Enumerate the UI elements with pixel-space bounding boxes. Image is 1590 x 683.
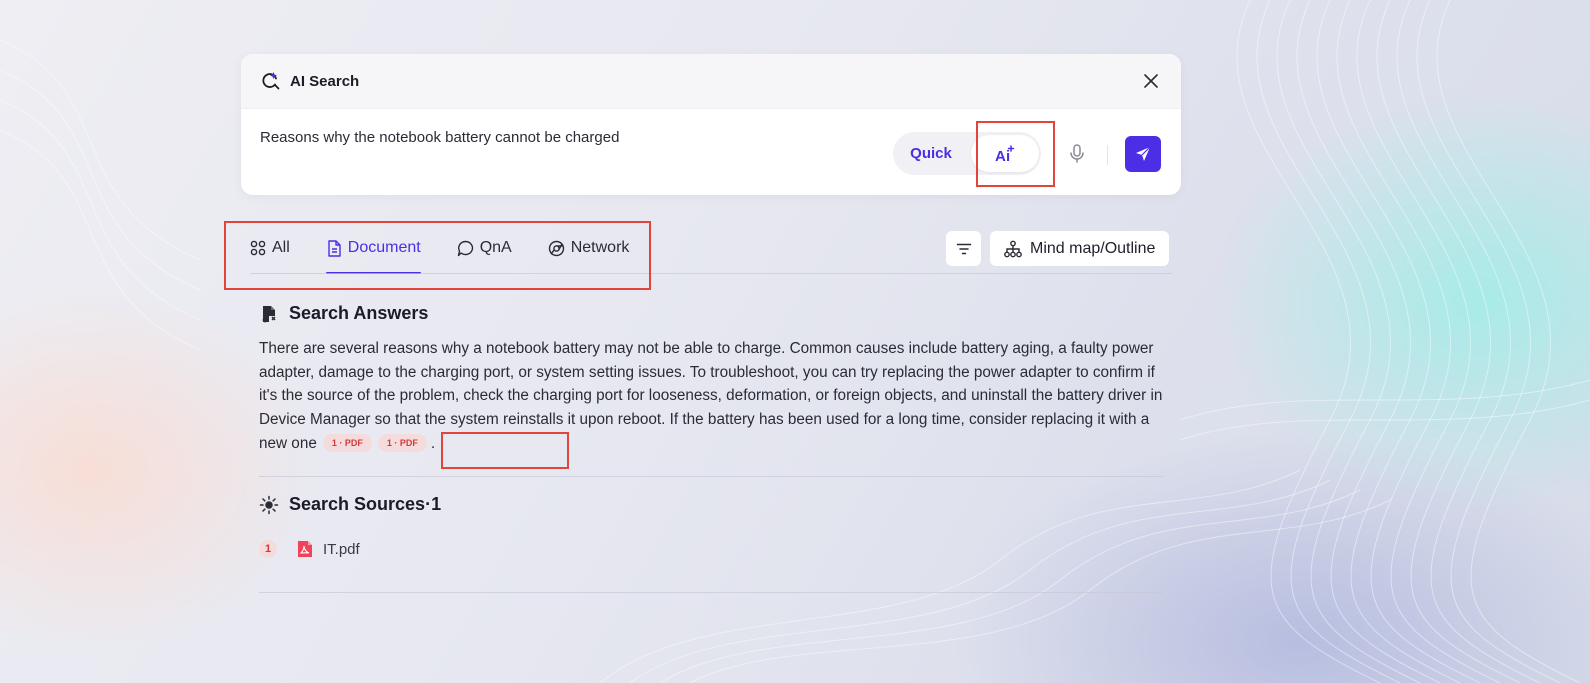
mindmap-outline-button[interactable]: Mind map/Outline — [990, 231, 1170, 266]
source-item[interactable]: 1 IT.pdf — [259, 540, 360, 558]
tab-label: Network — [570, 239, 630, 256]
toolbar-divider — [1107, 145, 1108, 165]
ai-search-title: AI Search — [290, 72, 360, 90]
microphone-icon — [1070, 144, 1084, 163]
quick-mode-button[interactable]: Quick — [893, 145, 969, 162]
search-sources-heading: Search Sources·1 — [259, 494, 441, 515]
microphone-button[interactable] — [1065, 142, 1089, 166]
sources-icon — [259, 495, 279, 515]
ai-search-icon — [261, 71, 281, 91]
tab-label: QnA — [479, 239, 512, 256]
answer-end-punct: . — [430, 434, 436, 452]
tab-label: Document — [347, 239, 421, 256]
search-sources-title: Search Sources·1 — [289, 494, 442, 514]
grid-icon — [250, 240, 266, 256]
ai-search-panel: AI Search Reasons why the notebook batte… — [241, 54, 1181, 195]
ai-sparkle-icon: A i — [995, 144, 1015, 164]
close-button[interactable] — [1141, 71, 1161, 91]
send-button[interactable] — [1125, 136, 1161, 172]
tab-all[interactable]: All — [250, 232, 290, 264]
ai-mode-button[interactable]: A i — [971, 135, 1039, 172]
source-index-badge: 1 — [259, 540, 277, 558]
close-icon — [1144, 74, 1158, 88]
search-answers-title: Search Answers — [289, 303, 429, 323]
send-icon — [1136, 146, 1151, 161]
answers-icon — [259, 304, 279, 324]
tab-network[interactable]: Network — [548, 232, 630, 264]
citation-chip[interactable]: 1 · PDF — [322, 433, 372, 452]
filter-icon — [956, 243, 971, 254]
pdf-file-icon — [297, 540, 313, 558]
search-mode-switch: Quick A i — [893, 132, 1041, 175]
ai-search-header: AI Search — [241, 54, 1181, 109]
mindmap-label: Mind map/Outline — [1030, 239, 1156, 257]
svg-text:A: A — [995, 148, 1006, 164]
answers-divider — [259, 476, 1163, 477]
tabs-divider — [250, 273, 1172, 274]
sources-divider — [259, 592, 1163, 593]
filter-button[interactable] — [946, 231, 981, 266]
search-answers-heading: Search Answers — [259, 303, 428, 324]
tab-label: All — [272, 239, 290, 256]
tab-qna[interactable]: QnA — [457, 232, 512, 264]
chat-bubble-icon — [457, 240, 474, 257]
search-query-input[interactable]: Reasons why the notebook battery cannot … — [260, 129, 619, 146]
source-tabs: All Document QnA Network — [250, 232, 665, 274]
answer-paragraph: There are several reasons why a notebook… — [259, 337, 1169, 456]
document-icon — [326, 239, 342, 257]
source-filename: IT.pdf — [323, 540, 360, 558]
citation-chip[interactable]: 1 · PDF — [377, 433, 427, 452]
tab-document[interactable]: Document — [325, 232, 421, 274]
mindmap-icon — [1004, 240, 1022, 258]
source-file-link[interactable]: IT.pdf — [297, 540, 360, 558]
svg-text:i: i — [1006, 148, 1010, 164]
network-icon — [548, 240, 565, 257]
